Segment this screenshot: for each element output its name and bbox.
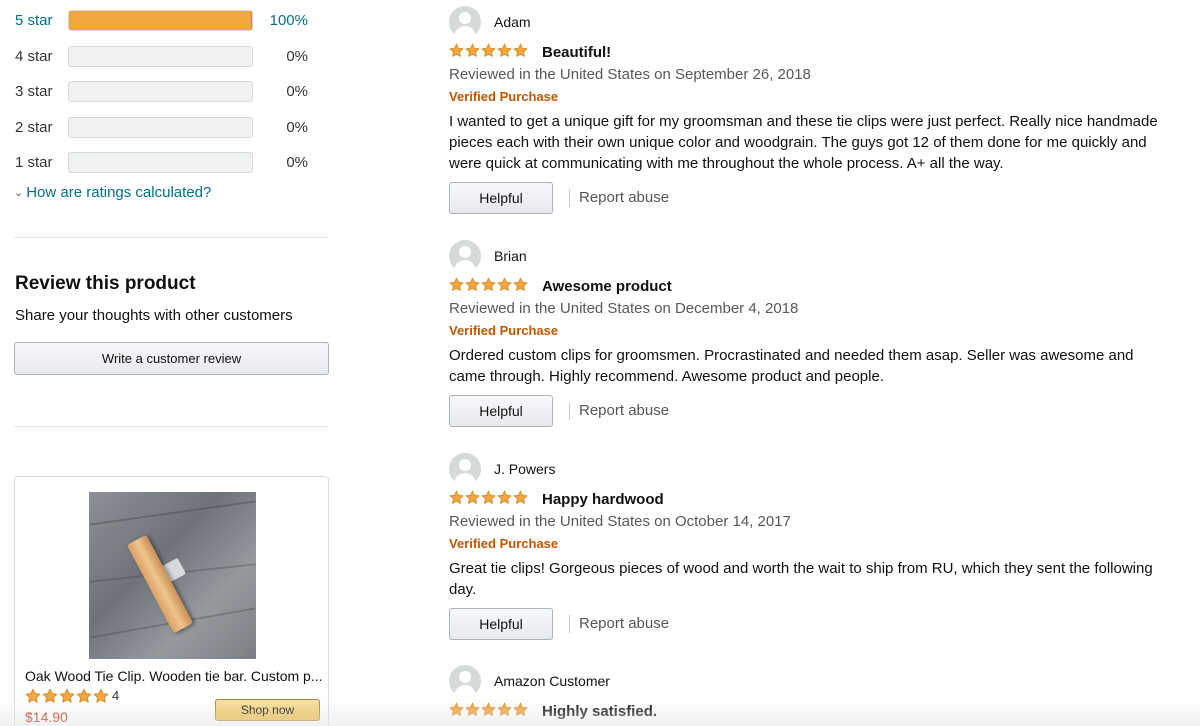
histogram-label[interactable]: 5 star bbox=[15, 12, 53, 29]
star-icon bbox=[481, 277, 496, 291]
star-icon bbox=[497, 43, 512, 57]
review-date: Reviewed in the United States on Decembe… bbox=[449, 300, 799, 317]
star-icon bbox=[513, 490, 528, 504]
product-rating-count[interactable]: 4 bbox=[112, 688, 119, 703]
verified-purchase-badge[interactable]: Verified Purchase bbox=[449, 323, 558, 338]
star-icon bbox=[42, 688, 58, 703]
sponsored-product-card[interactable]: Oak Wood Tie Clip. Wooden tie bar. Custo… bbox=[14, 476, 329, 726]
histogram-percent: 0% bbox=[286, 83, 308, 100]
histogram-row-4-star: 4 star 0% bbox=[0, 46, 330, 68]
helpful-button[interactable]: Helpful bbox=[449, 608, 553, 640]
shop-now-button[interactable]: Shop now bbox=[215, 699, 320, 721]
review-rating-stars[interactable] bbox=[449, 277, 528, 292]
star-icon bbox=[449, 43, 464, 57]
ratings-help-link[interactable]: ⌄ How are ratings calculated? bbox=[14, 184, 211, 201]
star-icon bbox=[465, 277, 480, 291]
histogram-row-3-star: 3 star 0% bbox=[0, 81, 330, 103]
report-abuse-link[interactable]: Report abuse bbox=[579, 615, 669, 632]
review-title[interactable]: Awesome product bbox=[542, 278, 672, 295]
histogram-label: 2 star bbox=[15, 119, 53, 136]
review-rating-stars[interactable] bbox=[449, 490, 528, 505]
histogram-bar bbox=[68, 46, 253, 67]
star-icon bbox=[465, 490, 480, 504]
star-icon bbox=[481, 43, 496, 57]
product-title-link[interactable]: Oak Wood Tie Clip. Wooden tie bar. Custo… bbox=[25, 668, 323, 684]
review-body: Ordered custom clips for groomsmen. Proc… bbox=[449, 347, 1134, 385]
divider bbox=[14, 237, 329, 238]
histogram-row-5-star[interactable]: 5 star 100% bbox=[0, 10, 330, 32]
star-icon bbox=[76, 688, 92, 703]
divider bbox=[569, 615, 570, 633]
user-avatar-icon bbox=[449, 6, 481, 38]
helpful-button[interactable]: Helpful bbox=[449, 395, 553, 427]
histogram-bar bbox=[68, 117, 253, 138]
review-date: Reviewed in the United States on Septemb… bbox=[449, 66, 811, 83]
user-avatar-icon bbox=[449, 240, 481, 272]
star-icon bbox=[25, 688, 41, 703]
review-product-heading: Review this product bbox=[15, 273, 196, 294]
star-icon bbox=[465, 702, 480, 716]
product-rating-stars[interactable] bbox=[25, 688, 109, 704]
star-icon bbox=[449, 490, 464, 504]
histogram-bar bbox=[68, 81, 253, 102]
star-icon bbox=[481, 490, 496, 504]
reviewer-name[interactable]: Brian bbox=[494, 248, 527, 264]
histogram-fill bbox=[69, 11, 252, 30]
star-icon bbox=[497, 490, 512, 504]
review-body: I wanted to get a unique gift for my gro… bbox=[449, 113, 1158, 172]
review-product-subtitle: Share your thoughts with other customers bbox=[15, 307, 293, 324]
review-title[interactable]: Highly satisfied. bbox=[542, 703, 657, 720]
star-icon bbox=[449, 702, 464, 716]
product-price: $14.90 bbox=[25, 709, 68, 725]
write-review-button[interactable]: Write a customer review bbox=[14, 342, 329, 375]
star-icon bbox=[93, 688, 109, 703]
reviewer-name[interactable]: Amazon Customer bbox=[494, 673, 610, 689]
report-abuse-link[interactable]: Report abuse bbox=[579, 402, 669, 419]
histogram-bar[interactable] bbox=[68, 10, 253, 31]
verified-purchase-badge[interactable]: Verified Purchase bbox=[449, 536, 558, 551]
reviewer-name[interactable]: Adam bbox=[494, 14, 531, 30]
histogram-row-2-star: 2 star 0% bbox=[0, 117, 330, 139]
divider bbox=[14, 426, 329, 427]
star-icon bbox=[513, 277, 528, 291]
star-icon bbox=[59, 688, 75, 703]
divider bbox=[569, 189, 570, 207]
ratings-help-label[interactable]: How are ratings calculated? bbox=[26, 184, 211, 201]
star-icon bbox=[497, 702, 512, 716]
review-body: Great tie clips! Gorgeous pieces of wood… bbox=[449, 560, 1153, 598]
star-icon bbox=[513, 43, 528, 57]
histogram-percent: 0% bbox=[286, 119, 308, 136]
product-image[interactable] bbox=[89, 492, 256, 659]
star-icon bbox=[513, 702, 528, 716]
histogram-percent: 0% bbox=[286, 154, 308, 171]
star-icon bbox=[481, 702, 496, 716]
divider bbox=[569, 402, 570, 420]
review-title[interactable]: Beautiful! bbox=[542, 44, 611, 61]
star-icon bbox=[497, 277, 512, 291]
reviewer-name[interactable]: J. Powers bbox=[494, 461, 555, 477]
user-avatar-icon bbox=[449, 665, 481, 697]
review-title[interactable]: Happy hardwood bbox=[542, 491, 664, 508]
chevron-down-icon: ⌄ bbox=[14, 187, 24, 199]
helpful-button[interactable]: Helpful bbox=[449, 182, 553, 214]
report-abuse-link[interactable]: Report abuse bbox=[579, 189, 669, 206]
histogram-label: 1 star bbox=[15, 154, 53, 171]
review-rating-stars[interactable] bbox=[449, 702, 528, 717]
histogram-percent[interactable]: 100% bbox=[262, 12, 308, 29]
review-date: Reviewed in the United States on October… bbox=[449, 513, 791, 530]
histogram-bar bbox=[68, 152, 253, 173]
review-rating-stars[interactable] bbox=[449, 43, 528, 58]
histogram-row-1-star: 1 star 0% bbox=[0, 152, 330, 174]
histogram-label: 4 star bbox=[15, 48, 53, 65]
histogram-percent: 0% bbox=[286, 48, 308, 65]
user-avatar-icon bbox=[449, 453, 481, 485]
verified-purchase-badge[interactable]: Verified Purchase bbox=[449, 89, 558, 104]
star-icon bbox=[449, 277, 464, 291]
histogram-label: 3 star bbox=[15, 83, 53, 100]
star-icon bbox=[465, 43, 480, 57]
